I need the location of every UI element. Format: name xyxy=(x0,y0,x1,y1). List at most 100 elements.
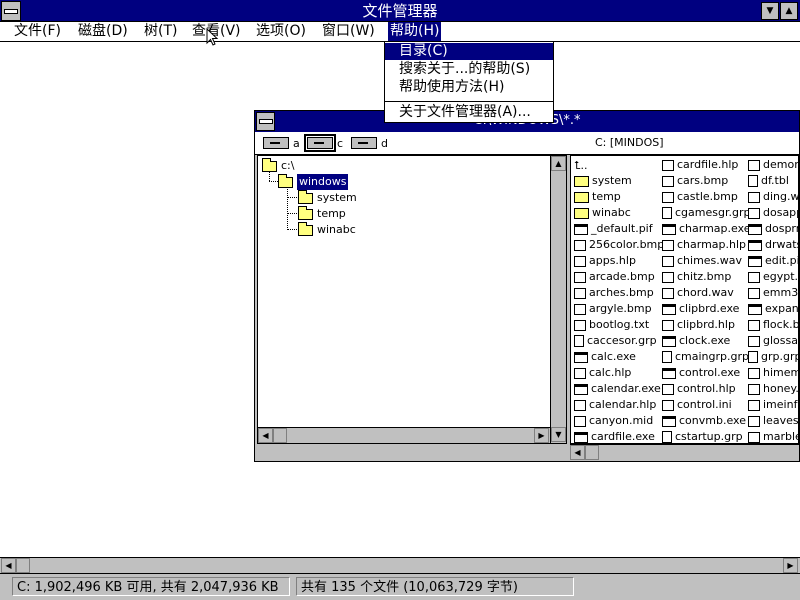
scroll-thumb[interactable] xyxy=(273,428,287,443)
tree-node-winabc[interactable]: winabc xyxy=(298,221,356,238)
file-item[interactable]: caccesor.grp xyxy=(574,333,657,349)
main-horizontal-scrollbar[interactable]: ◀ ▶ xyxy=(0,557,800,574)
file-name: himem.s xyxy=(763,366,798,379)
file-item[interactable]: calc.hlp xyxy=(574,365,631,381)
file-item[interactable]: cgamesgr.grp xyxy=(662,205,750,221)
file-item[interactable]: honey.b xyxy=(748,381,799,397)
file-item[interactable]: control.hlp xyxy=(662,381,736,397)
exe-icon xyxy=(748,239,762,251)
file-item[interactable]: arches.bmp xyxy=(574,285,654,301)
file-item[interactable]: winabc xyxy=(574,205,631,221)
file-item[interactable]: dosapp xyxy=(748,205,798,221)
file-item[interactable]: imeinfo. xyxy=(748,397,798,413)
tree-node-windows[interactable]: windows xyxy=(278,173,349,190)
menu-item-how-to-use-help[interactable]: 帮助使用方法(H) xyxy=(385,79,553,96)
file-item[interactable]: leaves. xyxy=(748,413,798,429)
scroll-right-arrow-icon[interactable]: ▶ xyxy=(783,558,798,573)
scroll-right-arrow-icon[interactable]: ▶ xyxy=(534,428,549,443)
scroll-left-arrow-icon[interactable]: ◀ xyxy=(258,428,273,443)
file-name: chord.wav xyxy=(677,286,734,299)
file-item[interactable]: demom xyxy=(748,157,798,173)
file-item-parent[interactable]: ⮤.. xyxy=(574,157,591,173)
file-item[interactable]: charmap.hlp xyxy=(662,237,746,253)
current-drive-label: C: [MINDOS] xyxy=(595,136,664,149)
file-item[interactable]: calc.exe xyxy=(574,349,636,365)
file-item[interactable]: ding.wa xyxy=(748,189,798,205)
menu-tree[interactable]: 树(T) xyxy=(142,22,179,41)
file-name: arches.bmp xyxy=(589,286,654,299)
file-item[interactable]: chimes.wav xyxy=(662,253,742,269)
scroll-down-arrow-icon[interactable]: ▼ xyxy=(551,427,566,442)
file-item[interactable]: emm38 xyxy=(748,285,798,301)
scroll-left-arrow-icon[interactable]: ◀ xyxy=(570,445,585,460)
file-item[interactable]: drwatsc xyxy=(748,237,798,253)
file-icon xyxy=(748,431,760,443)
file-list-horizontal-scrollbar[interactable]: ◀ xyxy=(570,444,799,460)
file-item[interactable]: cars.bmp xyxy=(662,173,728,189)
menu-window[interactable]: 窗口(W) xyxy=(320,22,377,41)
scroll-thumb[interactable] xyxy=(585,445,599,460)
menu-item-contents[interactable]: 目录(C) xyxy=(385,43,553,60)
file-item[interactable]: himem.s xyxy=(748,365,798,381)
file-item[interactable]: cstartup.grp xyxy=(662,429,743,443)
file-item[interactable]: egypt.b xyxy=(748,269,798,285)
file-item[interactable]: castle.bmp xyxy=(662,189,738,205)
file-count-status: 共有 135 个文件 (10,063,729 字节) xyxy=(296,577,574,596)
file-item[interactable]: arcade.bmp xyxy=(574,269,655,285)
file-item[interactable]: calendar.hlp xyxy=(574,397,656,413)
drive-d[interactable]: d xyxy=(351,135,388,151)
file-item[interactable]: system xyxy=(574,173,632,189)
file-item[interactable]: expand xyxy=(748,301,798,317)
file-item[interactable]: marble. xyxy=(748,429,798,443)
menu-disk[interactable]: 磁盘(D) xyxy=(76,22,130,41)
file-item[interactable]: cmaingrp.grp xyxy=(662,349,749,365)
file-item[interactable]: control.exe xyxy=(662,365,740,381)
exe-icon xyxy=(662,367,676,379)
file-name: castle.bmp xyxy=(677,190,738,203)
file-item[interactable]: _default.pif xyxy=(574,221,653,237)
file-item[interactable]: calendar.exe xyxy=(574,381,661,397)
minimize-button[interactable]: ▼ xyxy=(761,2,779,20)
file-item[interactable]: chitz.bmp xyxy=(662,269,731,285)
file-name: control.hlp xyxy=(677,382,736,395)
menu-options[interactable]: 选项(O) xyxy=(254,22,308,41)
file-item[interactable]: bootlog.txt xyxy=(574,317,649,333)
file-item[interactable]: dosprm xyxy=(748,221,798,237)
tree-node-root[interactable]: c:\ xyxy=(262,157,294,174)
file-item[interactable]: cardfile.hlp xyxy=(662,157,738,173)
tree-vertical-scrollbar[interactable]: ▲ ▼ xyxy=(550,156,566,443)
menu-item-about[interactable]: 关于文件管理器(A)... xyxy=(385,104,553,121)
file-item[interactable]: charmap.exe xyxy=(662,221,751,237)
maximize-button[interactable]: ▲ xyxy=(780,2,798,20)
file-item[interactable]: cardfile.exe xyxy=(574,429,655,443)
tree-horizontal-scrollbar[interactable]: ◀ ▶ xyxy=(258,427,550,443)
scroll-left-arrow-icon[interactable]: ◀ xyxy=(1,558,16,573)
file-item[interactable]: clock.exe xyxy=(662,333,730,349)
file-item[interactable]: chord.wav xyxy=(662,285,734,301)
drive-a[interactable]: a xyxy=(263,135,300,151)
file-item[interactable]: convmb.exe xyxy=(662,413,746,429)
scroll-up-arrow-icon[interactable]: ▲ xyxy=(551,156,566,171)
menu-file[interactable]: 文件(F) xyxy=(12,22,63,41)
menu-item-search-help[interactable]: 搜索关于...的帮助(S) xyxy=(385,61,553,78)
file-item[interactable]: grp.grp xyxy=(748,349,798,365)
file-item[interactable]: df.tbl xyxy=(748,173,789,189)
file-name: honey.b xyxy=(763,382,799,395)
file-item[interactable]: clipbrd.exe xyxy=(662,301,739,317)
file-item[interactable]: apps.hlp xyxy=(574,253,636,269)
scroll-thumb[interactable] xyxy=(16,558,30,573)
menu-help[interactable]: 帮助(H) xyxy=(388,22,442,41)
file-item[interactable]: temp xyxy=(574,189,621,205)
drive-c[interactable]: c xyxy=(304,134,343,152)
file-item[interactable]: control.ini xyxy=(662,397,732,413)
file-item[interactable]: glossary xyxy=(748,333,798,349)
file-item[interactable]: edit.pif xyxy=(748,253,798,269)
file-item[interactable]: 256color.bmp xyxy=(574,237,664,253)
tree-node-system[interactable]: system xyxy=(298,189,357,206)
menu-bar: 文件(F) 磁盘(D) 树(T) 查看(V) 选项(O) 窗口(W) 帮助(H) xyxy=(0,22,800,42)
file-item[interactable]: argyle.bmp xyxy=(574,301,652,317)
file-item[interactable]: flock.br xyxy=(748,317,798,333)
tree-node-temp[interactable]: temp xyxy=(298,205,346,222)
file-item[interactable]: canyon.mid xyxy=(574,413,653,429)
file-item[interactable]: clipbrd.hlp xyxy=(662,317,735,333)
